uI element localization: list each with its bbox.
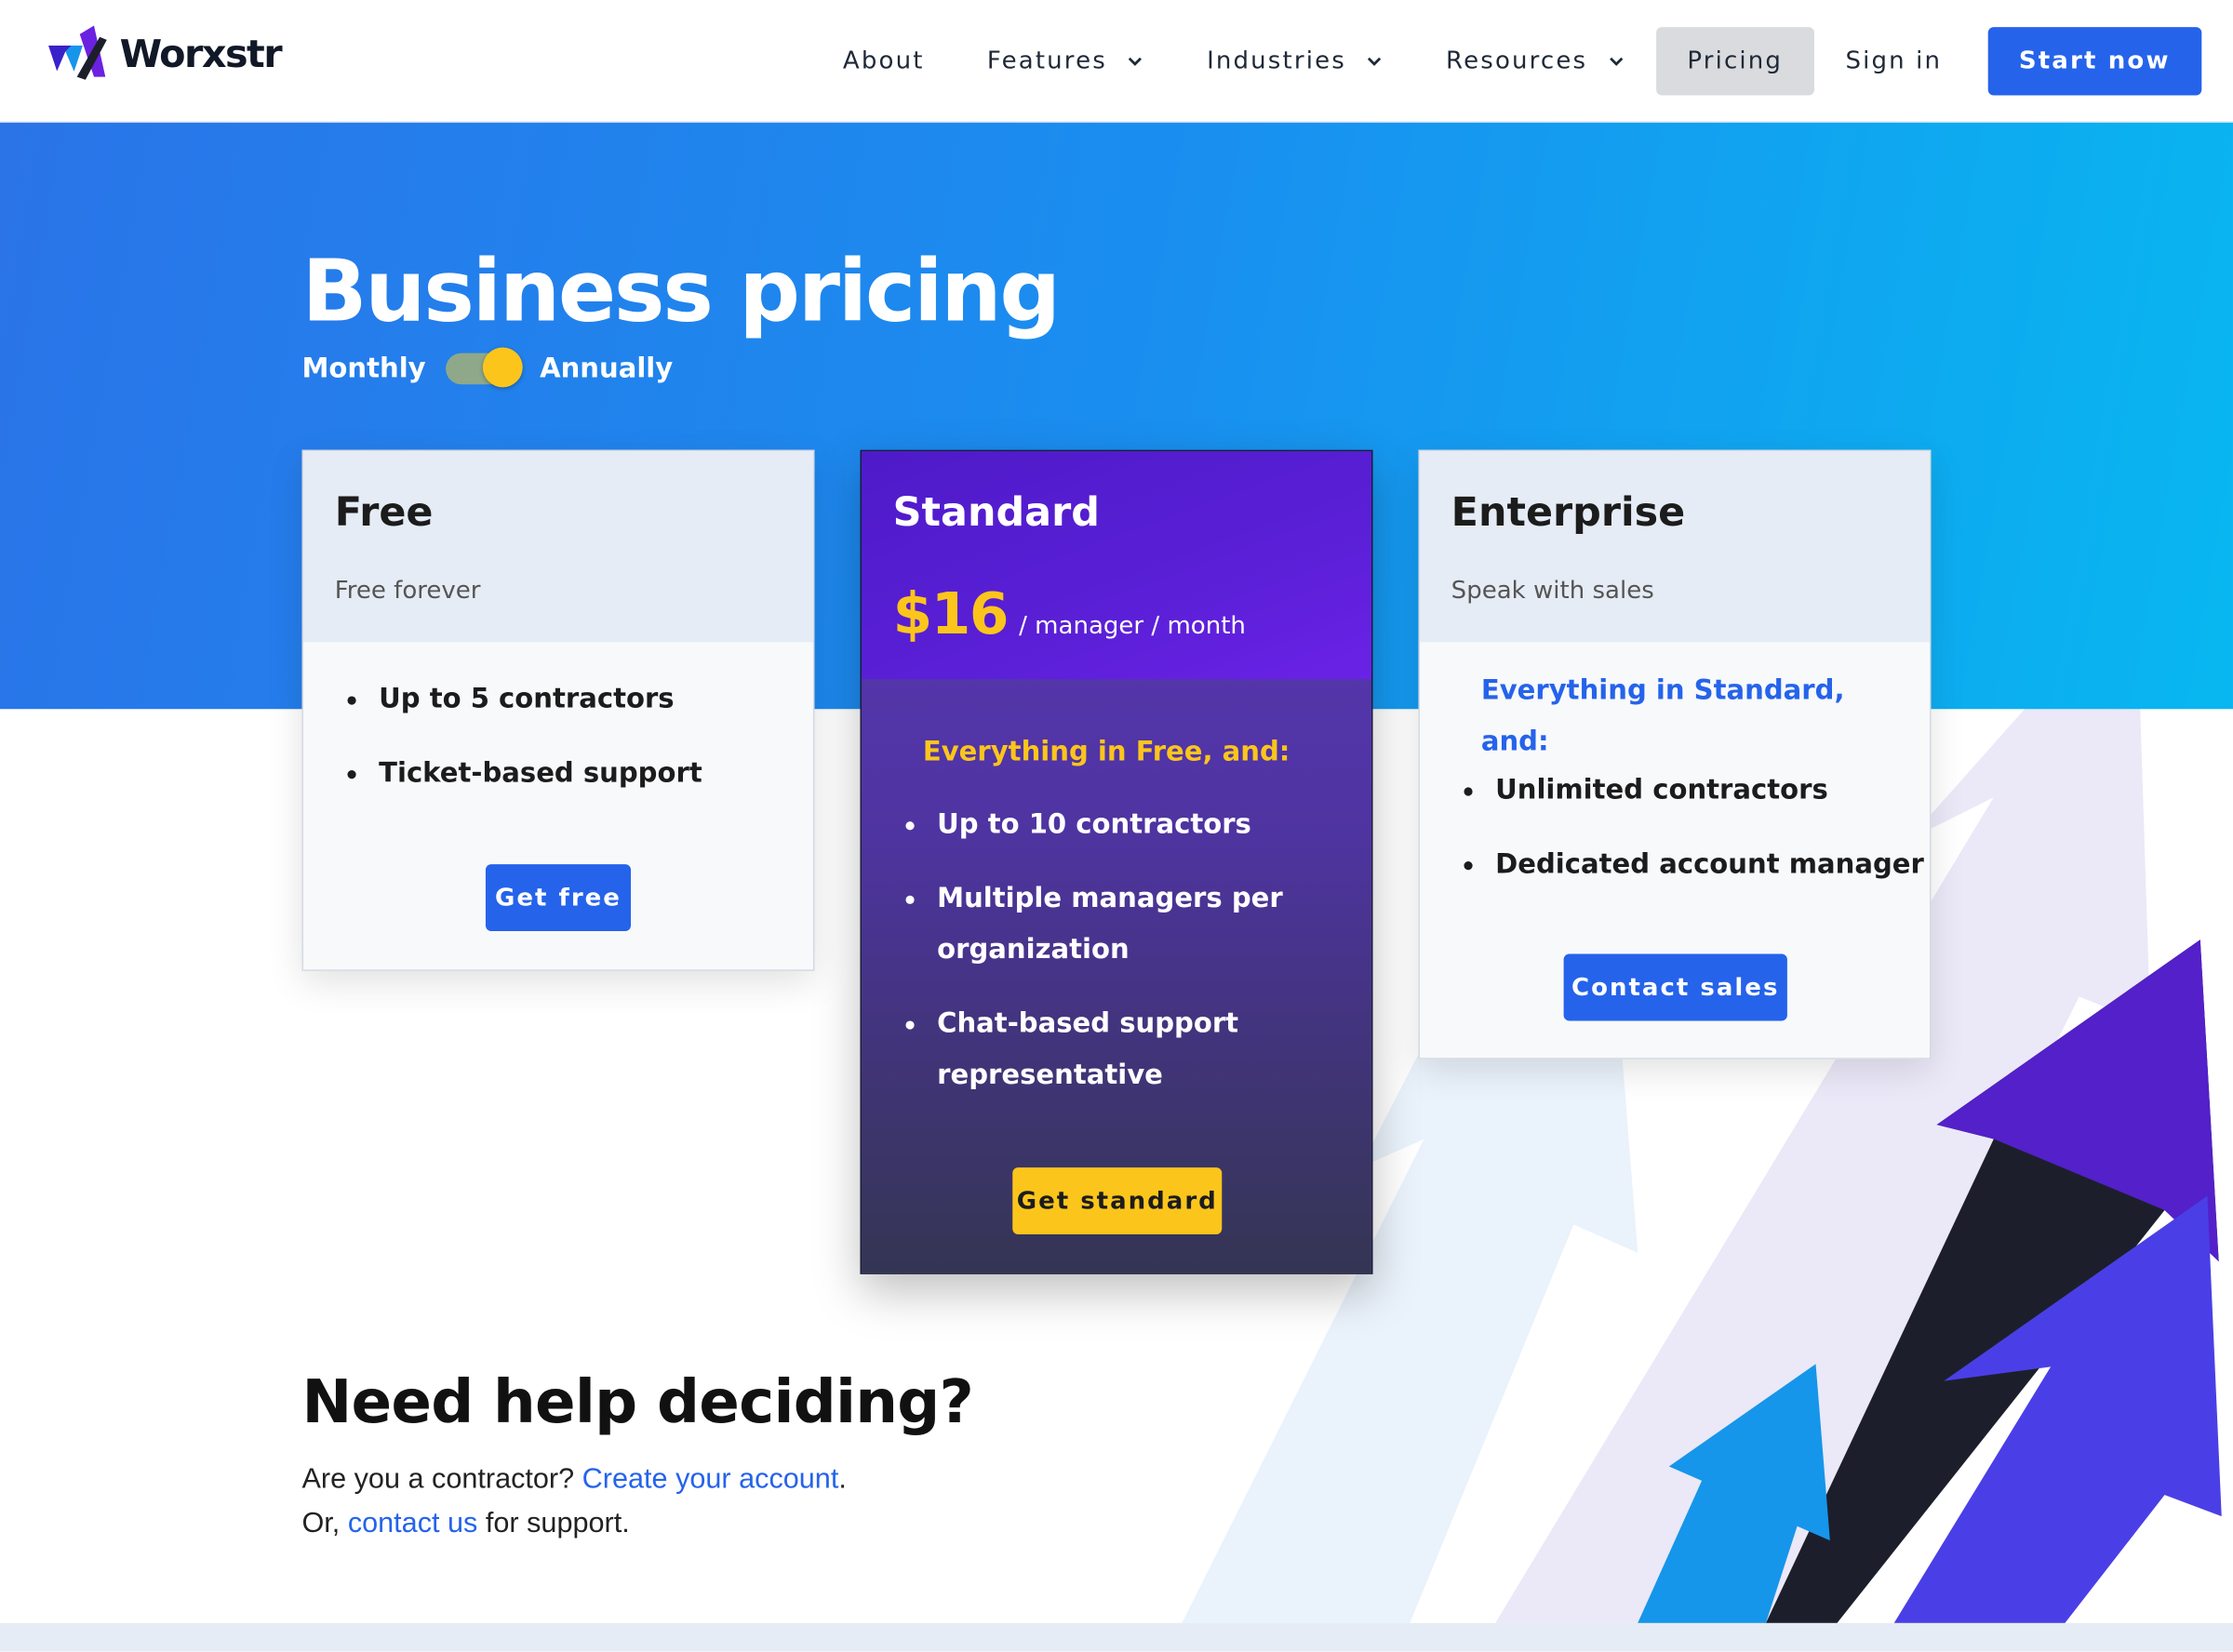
brand-logo[interactable]: Worxstr <box>36 25 283 83</box>
plan-intro: Everything in Standard, and: <box>1480 674 1845 758</box>
nav-industries-label: Industries <box>1207 47 1346 76</box>
plan-price: $16 / manager / month <box>893 582 1246 647</box>
plan-name: Free <box>334 487 434 536</box>
contact-us-link[interactable]: contact us <box>348 1508 478 1539</box>
chevron-down-icon <box>1609 57 1623 66</box>
toggle-knob <box>482 347 523 388</box>
plan-card-standard: Standard $16 / manager / month Everythin… <box>860 449 1373 1274</box>
plan-card-header <box>1420 451 1930 643</box>
plan-card-header <box>303 451 813 643</box>
billing-period-toggle[interactable] <box>446 347 523 388</box>
help-line2-suffix: for support. <box>485 1507 630 1539</box>
billing-toggle-group: Monthly Annually <box>301 347 673 388</box>
nav-features-label: Features <box>986 47 1107 76</box>
nav-resources[interactable]: Resources <box>1414 27 1655 95</box>
plan-feature-list: Up to 5 contractors Ticket-based support <box>347 673 702 799</box>
plan-subtitle: Speak with sales <box>1451 576 1654 606</box>
price-amount: $16 <box>892 582 1010 648</box>
nav-sign-in[interactable]: Sign in <box>1814 27 1973 95</box>
help-title: Need help deciding? <box>301 1366 974 1437</box>
plan-feature: Multiple managers per organization <box>905 873 1350 975</box>
nav-about-label: About <box>842 47 925 76</box>
nav-pricing[interactable]: Pricing <box>1655 27 1814 96</box>
nav-resources-label: Resources <box>1446 47 1588 76</box>
plan-feature: Ticket-based support <box>347 748 702 799</box>
nav-industries[interactable]: Industries <box>1175 27 1414 95</box>
footer-band <box>0 1622 2233 1652</box>
billing-annually-label[interactable]: Annually <box>540 353 673 385</box>
help-line2-prefix: Or, <box>301 1507 341 1539</box>
help-line1-prefix: Are you a contractor? <box>301 1463 575 1496</box>
plan-card-free: Free Free forever Up to 5 contractors Ti… <box>301 449 815 971</box>
price-unit: / manager / month <box>1019 612 1246 641</box>
get-free-button[interactable]: Get free <box>485 864 632 932</box>
start-now-button[interactable]: Start now <box>1987 27 2202 96</box>
plan-name: Standard <box>892 487 1100 536</box>
worxstr-logo-icon <box>36 25 107 80</box>
get-standard-button[interactable]: Get standard <box>1012 1167 1223 1235</box>
chevron-down-icon <box>1368 57 1382 66</box>
chevron-down-icon <box>1129 57 1143 66</box>
plan-subtitle: Free forever <box>334 576 481 606</box>
brand-name: Worxstr <box>119 32 283 76</box>
plan-feature-list: Unlimited contractors Dedicated account … <box>1464 765 1924 890</box>
plan-feature: Dedicated account manager <box>1464 839 1924 890</box>
nav-pricing-label: Pricing <box>1687 47 1784 76</box>
help-line-support: Or, contact us for support. <box>301 1508 629 1540</box>
plan-feature: Up to 5 contractors <box>347 673 702 725</box>
nav-sign-in-label: Sign in <box>1845 47 1943 76</box>
top-navigation: Worxstr About Features Industries Resour… <box>0 0 2233 123</box>
plan-intro: Everything in Free, and: <box>922 736 1290 767</box>
create-account-link[interactable]: Create your account <box>582 1463 839 1495</box>
contact-sales-button[interactable]: Contact sales <box>1563 953 1787 1021</box>
plan-name: Enterprise <box>1451 487 1686 536</box>
help-line1-suffix: . <box>838 1463 847 1496</box>
help-line-contractor: Are you a contractor? Create your accoun… <box>301 1463 846 1496</box>
page-title: Business pricing <box>301 242 1061 342</box>
plan-card-enterprise: Enterprise Speak with sales Everything i… <box>1418 449 1932 1059</box>
plan-feature: Up to 10 contractors <box>905 799 1350 850</box>
plan-feature: Unlimited contractors <box>1464 765 1924 816</box>
billing-monthly-label[interactable]: Monthly <box>301 353 425 385</box>
plan-feature: Chat-based support representative <box>905 998 1350 1100</box>
page: Worxstr About Features Industries Resour… <box>0 0 2233 1652</box>
nav-about[interactable]: About <box>811 27 956 95</box>
nav-links: About Features Industries Resources Pric… <box>811 27 2202 96</box>
nav-features[interactable]: Features <box>956 27 1175 95</box>
plan-feature-list: Up to 10 contractors Multiple managers p… <box>905 799 1350 1124</box>
